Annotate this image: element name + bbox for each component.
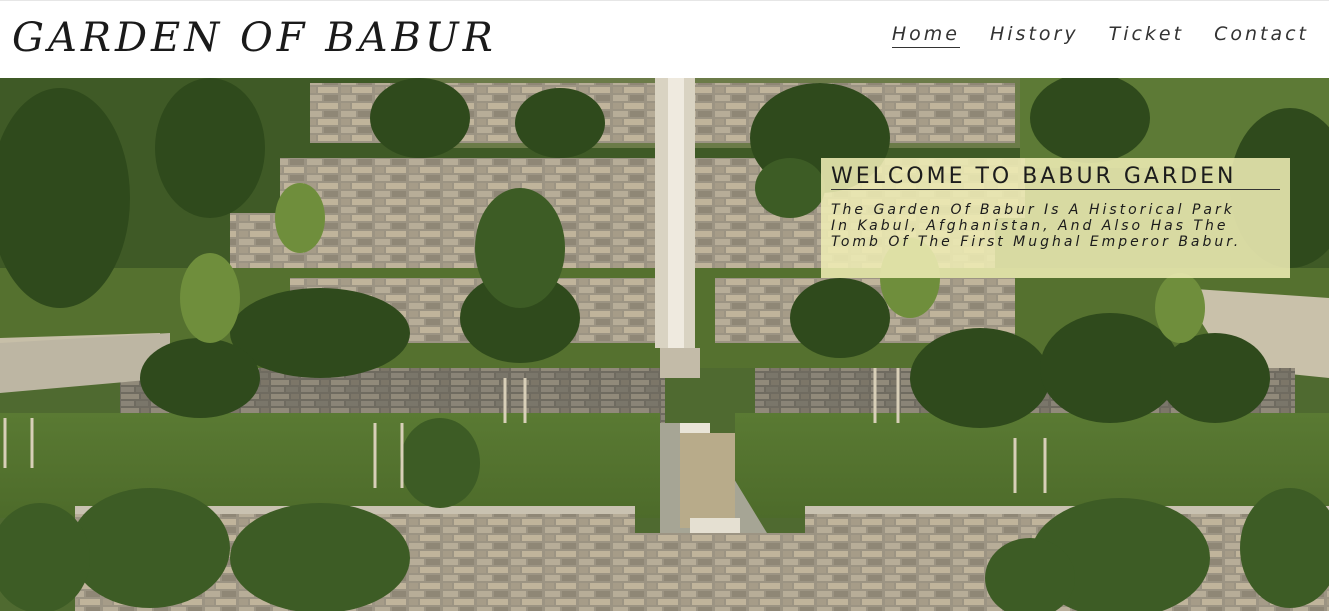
hero-image: WELCOME TO BABUR GARDEN The Garden Of Ba… — [0, 78, 1329, 611]
nav-history-link[interactable]: History — [990, 23, 1079, 48]
nav-contact-link[interactable]: Contact — [1214, 23, 1309, 48]
welcome-title: WELCOME TO BABUR GARDEN — [831, 164, 1280, 190]
welcome-panel: WELCOME TO BABUR GARDEN The Garden Of Ba… — [821, 158, 1290, 278]
site-logo[interactable]: GARDEN OF BABUR — [12, 15, 497, 61]
site-header: GARDEN OF BABUR Home History Ticket Cont… — [0, 0, 1329, 78]
nav-home-link[interactable]: Home — [891, 23, 960, 48]
welcome-text: The Garden Of Babur Is A Historical Park… — [831, 202, 1242, 250]
nav-ticket-link[interactable]: Ticket — [1109, 23, 1184, 48]
main-nav: Home History Ticket Contact — [891, 23, 1309, 48]
